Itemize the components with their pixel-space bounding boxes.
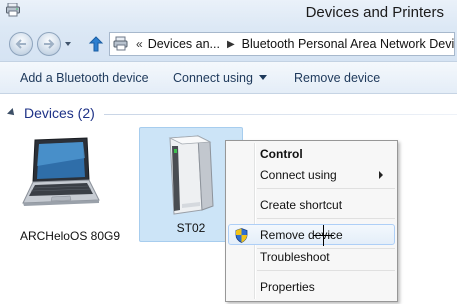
navigation-bar: « Devices an... ▶ Bluetooth Personal Are…	[0, 28, 457, 61]
devices-printers-icon	[113, 36, 128, 51]
recent-pages-dropdown[interactable]	[65, 42, 71, 46]
command-bar: Add a Bluetooth device Connect using Rem…	[0, 61, 457, 94]
devices-group-header[interactable]: Devices (2)	[7, 105, 95, 121]
menu-item-label: Create shortcut	[260, 198, 343, 212]
connect-using-label: Connect using	[173, 71, 253, 85]
device-laptop[interactable]: ARCHeloOS 80G9	[18, 136, 122, 246]
menu-separator	[257, 218, 395, 219]
menu-item-control[interactable]: Control	[228, 143, 395, 164]
address-bar[interactable]: « Devices an... ▶ Bluetooth Personal Are…	[109, 32, 455, 56]
context-menu: Control Connect using Create shortcut Re…	[225, 140, 398, 302]
menu-item-label: Troubleshoot	[260, 250, 330, 264]
menu-separator	[257, 270, 395, 271]
title-bar: Devices and Printers	[0, 0, 457, 28]
breadcrumb-item[interactable]: Bluetooth Personal Area Network Devices	[242, 37, 454, 51]
devices-printers-icon	[6, 3, 20, 17]
submenu-arrow-icon	[379, 171, 383, 179]
menu-separator	[257, 188, 395, 189]
forward-button[interactable]	[37, 32, 61, 56]
breadcrumb-separator-icon[interactable]: ▶	[227, 39, 235, 50]
arrow-right-icon	[44, 39, 55, 49]
add-bluetooth-device-button[interactable]: Add a Bluetooth device	[20, 71, 149, 85]
menu-item-troubleshoot[interactable]: Troubleshoot	[228, 246, 395, 267]
group-divider	[104, 114, 457, 115]
menu-item-label: Properties	[260, 280, 315, 294]
breadcrumb-item[interactable]: Devices an...	[148, 37, 220, 51]
laptop-icon	[22, 137, 100, 206]
window-title: Devices and Printers	[305, 4, 444, 21]
up-arrow-icon[interactable]	[87, 35, 105, 53]
device-list-area: Devices (2) ARCHeloOS 80G9 ST02 Control …	[0, 94, 457, 304]
menu-item-connect-using[interactable]: Connect using	[228, 164, 395, 185]
menu-item-label: Control	[260, 147, 303, 161]
device-label: ARCHeloOS 80G9	[19, 229, 121, 243]
menu-item-remove-device[interactable]: Remove device	[228, 224, 395, 245]
shield-icon	[235, 228, 248, 243]
menu-item-properties[interactable]: Properties	[228, 276, 395, 297]
menu-item-create-shortcut[interactable]: Create shortcut	[228, 194, 395, 215]
external-drive-icon	[168, 135, 214, 215]
arrow-left-icon	[15, 39, 26, 49]
remove-device-button[interactable]: Remove device	[294, 71, 380, 85]
mouse-cursor-icon	[313, 225, 334, 246]
menu-item-label: Connect using	[260, 168, 337, 182]
chevron-down-icon	[258, 75, 267, 80]
collapse-triangle-icon	[7, 108, 17, 118]
connect-using-button[interactable]: Connect using	[173, 71, 267, 85]
breadcrumb-overflow-icon[interactable]: «	[136, 37, 143, 51]
group-title: Devices (2)	[24, 105, 95, 121]
back-button[interactable]	[9, 32, 33, 56]
